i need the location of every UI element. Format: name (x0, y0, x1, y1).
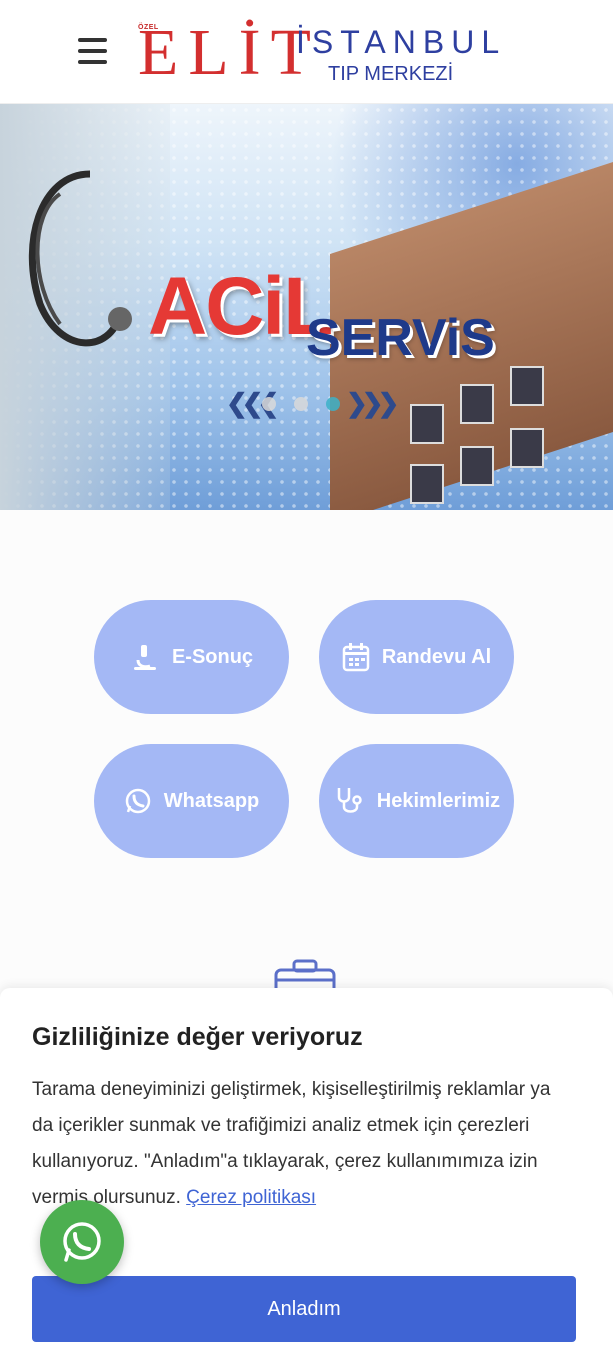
menu-icon[interactable] (78, 38, 107, 64)
randevu-al-label: Randevu Al (381, 645, 492, 668)
accept-cookies-button[interactable]: Anladım (32, 1276, 576, 1342)
slider-dot-active[interactable] (326, 397, 340, 411)
microscope-icon (133, 645, 156, 670)
slider-dot[interactable] (294, 397, 308, 411)
building-window (410, 464, 444, 504)
site-logo[interactable]: ÖZEL ELİT İSTANBUL TIP MERKEZİ (138, 16, 499, 89)
hekimlerimiz-label: Hekimlerimiz (376, 789, 501, 812)
cookie-consent-banner: Gizliliğinize değer veriyoruz Tarama den… (0, 988, 613, 1363)
logo-tip-merkezi: TIP MERKEZİ (328, 63, 454, 85)
building-window (460, 384, 494, 424)
e-sonuc-label: E-Sonuç (171, 645, 254, 668)
site-header: ÖZEL ELİT İSTANBUL TIP MERKEZİ (0, 0, 613, 104)
logo-elit: ELİT (138, 16, 321, 89)
calendar-icon (342, 643, 370, 672)
building-window (460, 446, 494, 486)
building-window (510, 428, 544, 468)
stethoscope-icon (28, 170, 132, 347)
slider-pagination (262, 397, 340, 411)
e-sonuc-button[interactable]: E-Sonuç (94, 600, 289, 714)
hero-headline-acil: ACiL (148, 261, 333, 352)
cookie-title: Gizliliğinize değer veriyoruz (32, 1023, 363, 1051)
cookie-text: Tarama deneyiminizi geliştirmek, kişisel… (32, 1072, 572, 1216)
randevu-al-button[interactable]: Randevu Al (319, 600, 514, 714)
building-window (510, 366, 544, 406)
slider-dot[interactable] (262, 397, 276, 411)
stethoscope-icon (337, 788, 362, 813)
hero-slider[interactable]: ACiL SERViS ❮❮❮ ❯❯❯ (0, 104, 613, 510)
hekimlerimiz-button[interactable]: Hekimlerimiz (319, 744, 514, 858)
whatsapp-button[interactable]: Whatsapp (94, 744, 289, 858)
whatsapp-label: Whatsapp (163, 789, 260, 812)
whatsapp-icon (63, 1222, 101, 1262)
cookie-policy-link[interactable]: Çerez politikası (186, 1187, 316, 1208)
chevrons-right-icon[interactable]: ❯❯❯ (346, 388, 399, 419)
hero-headline-servis: SERViS (306, 309, 495, 367)
logo-istanbul: İSTANBUL (296, 24, 507, 60)
whatsapp-floating-button[interactable] (40, 1200, 124, 1284)
hero-stethoscope-image (0, 104, 170, 510)
whatsapp-icon (125, 788, 150, 814)
building-window (410, 404, 444, 444)
